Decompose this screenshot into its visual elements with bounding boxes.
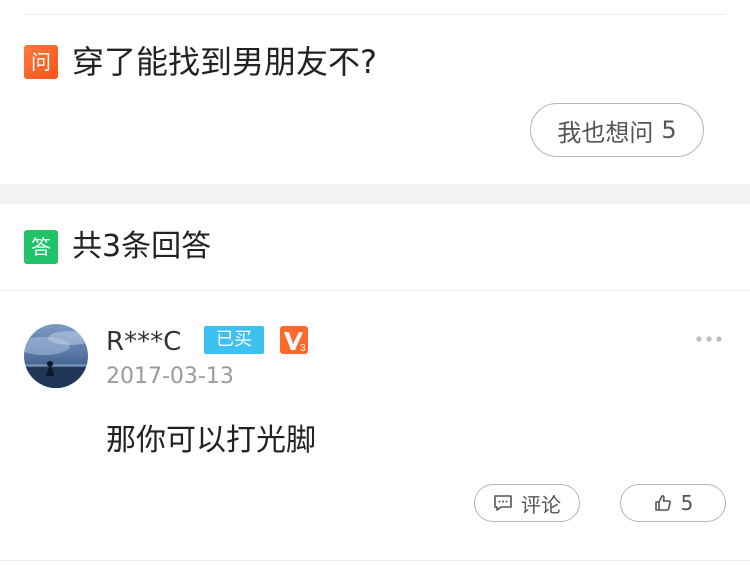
like-icon: [654, 495, 671, 511]
like-count: 5: [680, 491, 694, 515]
bottom-divider: [0, 560, 750, 561]
answer-date: 2017-03-13: [106, 364, 234, 389]
header-divider: [0, 290, 750, 291]
comment-icon: [494, 495, 512, 511]
comment-label: 评论: [521, 492, 561, 517]
more-icon[interactable]: [696, 330, 722, 342]
avatar[interactable]: [24, 324, 88, 388]
top-divider: [24, 14, 726, 15]
ask-too-button[interactable]: 我也想问 5: [530, 103, 704, 157]
ask-too-count: 5: [661, 116, 677, 144]
vip-level: 3: [300, 343, 306, 354]
like-button[interactable]: 5: [620, 484, 726, 522]
question-badge: 问: [24, 45, 58, 79]
bought-badge: 已买: [204, 326, 264, 354]
ask-too-label: 我也想问: [557, 118, 654, 147]
answer-badge: 答: [24, 230, 58, 264]
answer-text: 那你可以打光脚: [106, 423, 316, 458]
question-text: 穿了能找到男朋友不?: [72, 43, 377, 81]
comment-button[interactable]: 评论: [474, 484, 580, 522]
avatar-image: [24, 331, 88, 388]
section-separator: [0, 184, 750, 204]
vip-badge-icon: 3: [280, 326, 308, 354]
answers-count-title: 共3条回答: [72, 229, 212, 264]
answerer-username[interactable]: R***C: [106, 324, 181, 360]
